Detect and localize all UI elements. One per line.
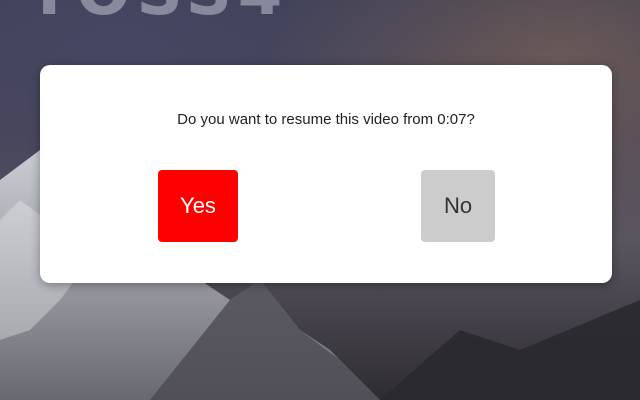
yes-button[interactable]: Yes: [158, 170, 238, 242]
resume-dialog: Do you want to resume this video from 0:…: [40, 65, 612, 283]
no-button[interactable]: No: [421, 170, 495, 242]
resume-message: Do you want to resume this video from 0:…: [177, 111, 475, 128]
video-player: YOSS4 Do you want to resume this video f…: [0, 0, 640, 400]
